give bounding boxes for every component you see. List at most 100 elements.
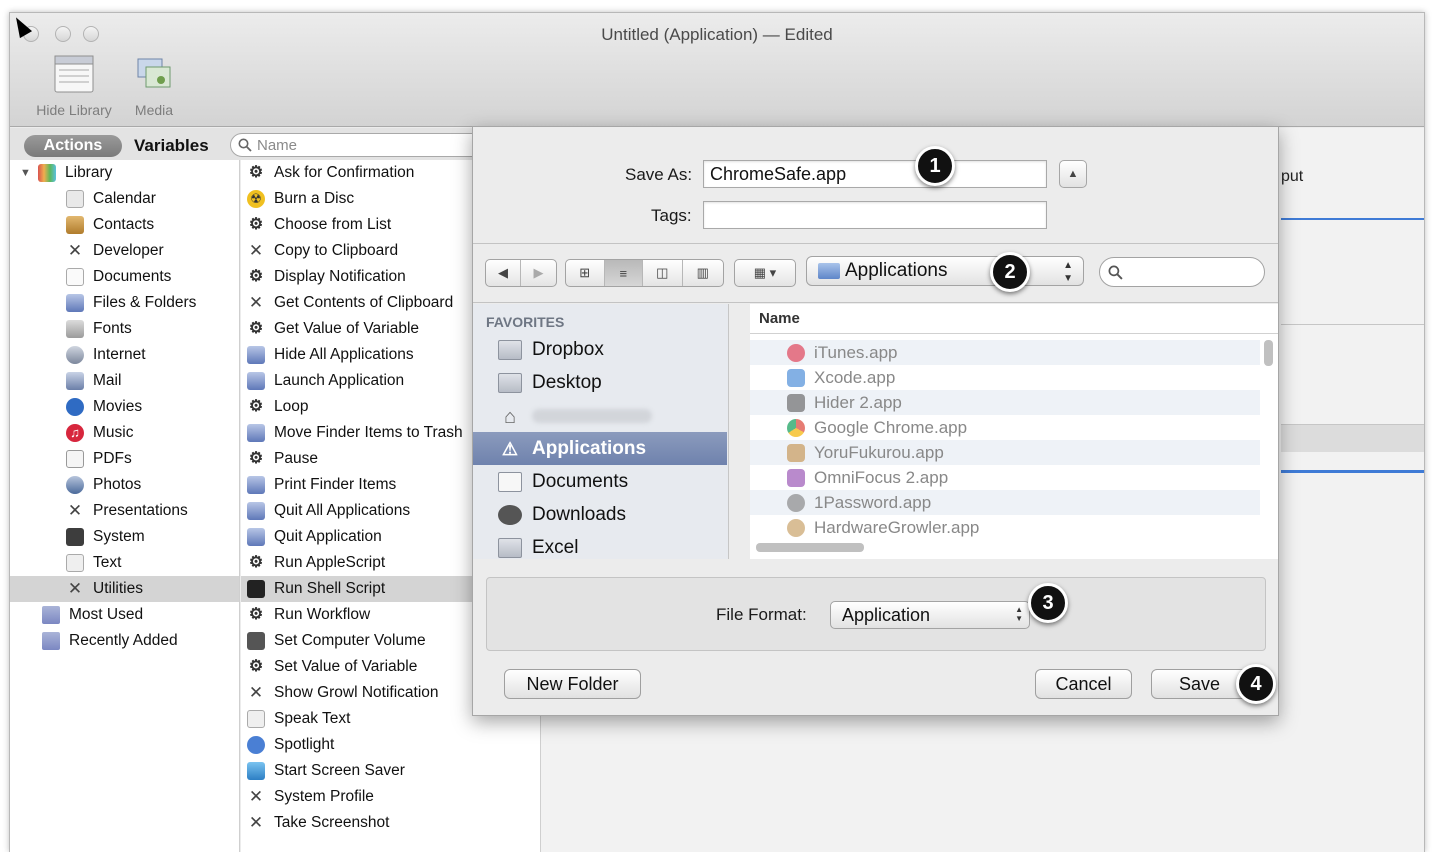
category-internet[interactable]: Internet — [10, 342, 239, 368]
file-row[interactable]: 1Password.app — [750, 490, 1260, 515]
tab-variables[interactable]: Variables — [134, 135, 209, 157]
file-name: Xcode.app — [814, 367, 896, 387]
file-row[interactable]: iTunes.app — [750, 340, 1260, 365]
category-label: Files & Folders — [93, 294, 197, 311]
view-mode-buttons: ⊞ ≡ ◫ ▥ — [565, 259, 724, 287]
sidebar-item-excel[interactable]: Excel — [473, 531, 727, 559]
category-pdfs[interactable]: PDFs — [10, 446, 239, 472]
category-label: PDFs — [93, 450, 132, 467]
search-icon — [238, 138, 252, 152]
action-item[interactable]: ✕ System Profile — [241, 784, 540, 810]
new-folder-button[interactable]: New Folder — [504, 669, 641, 699]
automator-robot-icon: ⚙ — [248, 450, 264, 467]
arrange-button[interactable]: ▦ ▾ — [734, 259, 796, 287]
system-icon — [66, 528, 84, 546]
file-row[interactable]: OmniFocus 2.app — [750, 465, 1260, 490]
category-system[interactable]: System — [10, 524, 239, 550]
action-label: Hide All Applications — [274, 346, 414, 363]
column-view-icon[interactable]: ◫ — [643, 260, 683, 286]
sidebar-item-dropbox[interactable]: Dropbox — [473, 333, 727, 366]
tools-icon: ✕ — [67, 241, 83, 260]
sidebar-item-label: Desktop — [532, 371, 602, 393]
category-developer[interactable]: ✕ Developer — [10, 238, 239, 264]
action-item[interactable]: ✕ Take Screenshot — [241, 810, 540, 836]
documents-icon — [498, 471, 522, 492]
file-list-vertical-scrollbar[interactable] — [1264, 340, 1273, 366]
name-column-header[interactable]: Name — [750, 304, 1278, 334]
category-contacts[interactable]: Contacts — [10, 212, 239, 238]
automator-robot-icon: ⚙ — [248, 658, 264, 675]
action-label: Print Finder Items — [274, 476, 397, 493]
file-list-horizontal-scrollbar[interactable] — [756, 543, 864, 552]
home-icon: ⌂ — [503, 405, 517, 428]
1password-icon — [787, 493, 805, 512]
category-most-used[interactable]: Most Used — [10, 602, 239, 628]
media-button[interactable]: Media — [128, 55, 180, 118]
location-popup[interactable]: Applications ▲ ▼ — [806, 256, 1084, 286]
tags-field[interactable] — [703, 201, 1047, 229]
file-format-popup[interactable]: Application ▲ ▼ — [830, 601, 1030, 629]
action-item[interactable]: Start Screen Saver — [241, 758, 540, 784]
folder-icon — [498, 537, 522, 558]
action-label: Display Notification — [274, 268, 406, 285]
action-item[interactable]: Spotlight — [241, 732, 540, 758]
finder-search-input[interactable] — [1099, 257, 1265, 287]
arrange-icon: ▦ ▾ — [753, 265, 777, 280]
sidebar-item-desktop[interactable]: Desktop — [473, 366, 727, 399]
smart-folder-icon — [42, 606, 60, 624]
list-view-icon[interactable]: ≡ — [604, 260, 644, 286]
category-recently-added[interactable]: Recently Added — [10, 628, 239, 654]
screensaver-icon — [247, 762, 265, 780]
workflow-connector — [1281, 470, 1424, 473]
file-row[interactable]: HardwareGrowler.app — [750, 515, 1260, 540]
terminal-icon — [247, 580, 265, 598]
step-badge-1: 1 — [915, 146, 955, 186]
back-button[interactable]: ◀ — [486, 260, 522, 286]
file-name: YoruFukurou.app — [814, 442, 944, 462]
category-label: Developer — [93, 242, 164, 259]
category-library[interactable]: ▼ Library — [10, 160, 239, 186]
category-label: Most Used — [69, 606, 144, 623]
file-format-label: File Format: — [716, 605, 807, 624]
disclosure-triangle-icon[interactable]: ▼ — [20, 167, 34, 179]
save-as-field[interactable]: ChromeSafe.app — [703, 160, 1047, 188]
sidebar-item-home[interactable]: ⌂ — [473, 399, 727, 432]
hide-library-button[interactable]: Hide Library — [28, 55, 120, 118]
category-documents[interactable]: Documents — [10, 264, 239, 290]
category-label: Music — [93, 424, 134, 441]
expand-dialog-button[interactable]: ▲ — [1059, 160, 1087, 188]
media-icon — [137, 58, 171, 88]
quicktime-icon — [66, 398, 84, 416]
sidebar-item-downloads[interactable]: Downloads — [473, 498, 727, 531]
sidebar-item-applications[interactable]: ⚠ Applications — [473, 432, 727, 465]
category-files-folders[interactable]: Files & Folders — [10, 290, 239, 316]
input-fragment: put — [1281, 168, 1304, 185]
file-row[interactable]: Hider 2.app — [750, 390, 1260, 415]
category-text[interactable]: Text — [10, 550, 239, 576]
tab-actions[interactable]: Actions — [24, 135, 122, 157]
action-label: System Profile — [274, 788, 374, 805]
sidebar-item-documents[interactable]: Documents — [473, 465, 727, 498]
popup-arrows-icon: ▲ ▼ — [1015, 605, 1023, 623]
category-photos[interactable]: Photos — [10, 472, 239, 498]
category-calendar[interactable]: Calendar — [10, 186, 239, 212]
favorites-header: FAVORITES — [486, 314, 565, 330]
file-row[interactable]: YoruFukurou.app — [750, 440, 1260, 465]
category-presentations[interactable]: ✕ Presentations — [10, 498, 239, 524]
growl-icon — [787, 518, 805, 537]
hide-library-label: Hide Library — [36, 102, 112, 118]
cover-flow-icon[interactable]: ▥ — [683, 260, 723, 286]
file-name: Google Chrome.app — [814, 417, 968, 437]
category-music[interactable]: ♫ Music — [10, 420, 239, 446]
category-fonts[interactable]: Fonts — [10, 316, 239, 342]
forward-button[interactable]: ▶ — [521, 260, 556, 286]
category-movies[interactable]: Movies — [10, 394, 239, 420]
save-button[interactable]: Save — [1151, 669, 1248, 699]
file-row[interactable]: Google Chrome.app — [750, 415, 1260, 440]
downloads-icon — [498, 504, 522, 525]
category-utilities[interactable]: ✕ Utilities — [10, 576, 239, 602]
cancel-button[interactable]: Cancel — [1035, 669, 1132, 699]
category-mail[interactable]: Mail — [10, 368, 239, 394]
file-row[interactable]: Xcode.app — [750, 365, 1260, 390]
icon-view-icon[interactable]: ⊞ — [566, 260, 605, 286]
